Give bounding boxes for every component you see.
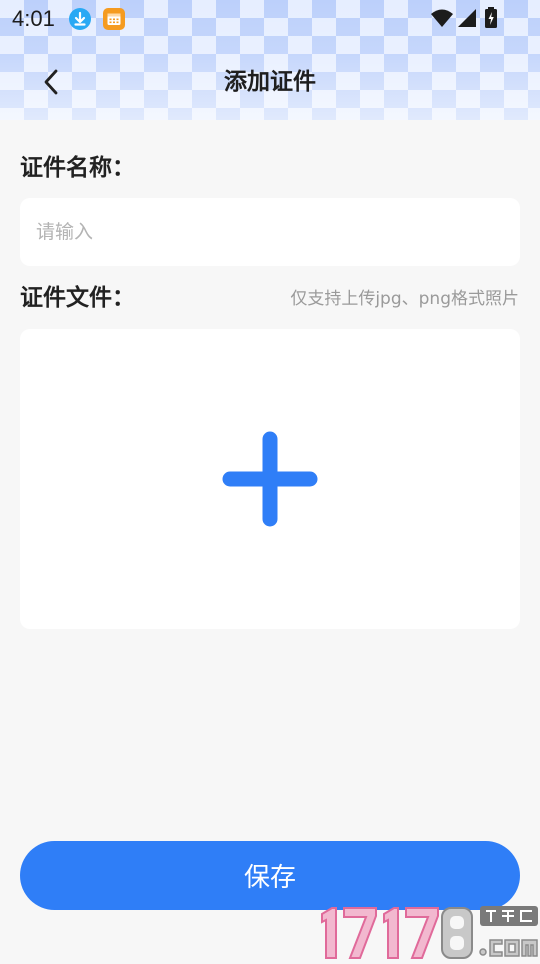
battery-icon — [484, 6, 498, 34]
cert-file-label: 证件文件： — [20, 285, 135, 311]
wifi-icon — [430, 8, 454, 32]
file-format-hint: 仅支持上传jpg、png格式照片 — [290, 289, 519, 309]
save-button[interactable]: 保存 — [20, 841, 520, 910]
signal-icon — [457, 8, 477, 32]
upload-photo-area[interactable] — [20, 329, 520, 629]
calendar-icon — [103, 8, 125, 30]
status-time: 4:01 — [12, 6, 55, 31]
plus-icon — [222, 431, 318, 527]
cert-name-input[interactable] — [20, 198, 520, 266]
page-title: 添加证件 — [224, 69, 316, 95]
cert-name-label: 证件名称： — [20, 155, 135, 181]
back-icon[interactable] — [34, 64, 70, 100]
status-bar: 4:01 — [0, 0, 540, 38]
download-icon — [69, 8, 91, 30]
app-header: 4:01 添加证件 — [0, 0, 540, 120]
site-watermark-logo — [316, 902, 540, 960]
